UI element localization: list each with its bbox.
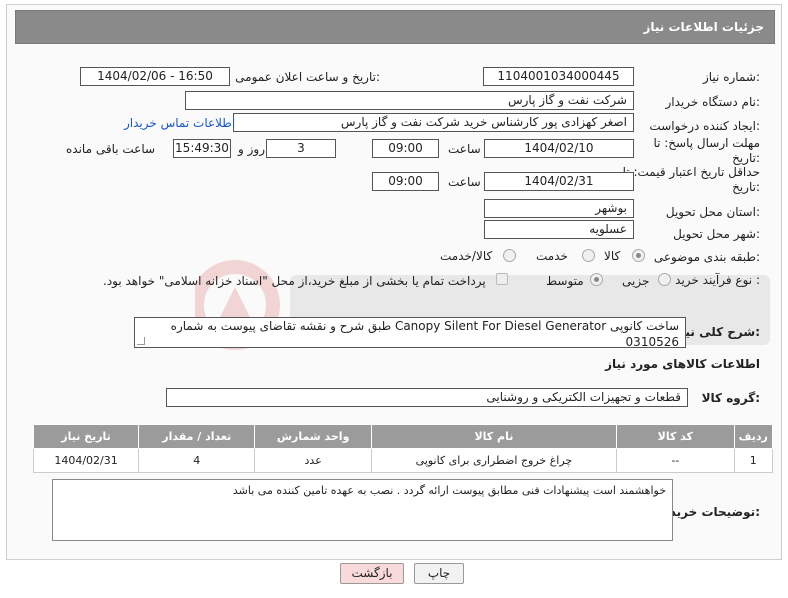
remaining-time-field: 15:49:30 [173,139,231,158]
col-row-number: ردیف [733,424,774,449]
cell-unit: عدد [254,448,372,473]
days-label: روز و [238,142,265,156]
province-field: بوشهر [484,199,634,218]
cell-item-code: -- [616,448,735,473]
category-option-service: خدمت [536,249,568,263]
province-label: استان محل تحویل: [665,205,760,219]
cell-item-name: چراغ خروج اضطراری برای کانوپی [370,448,618,473]
col-quantity: تعداد / مقدار [138,424,256,449]
purchase-radio-medium[interactable] [590,273,603,286]
cell-need-date: 1404/02/31 [32,448,140,473]
cell-row-number: 1 [733,448,774,473]
announce-label: تاریخ و ساعت اعلان عمومی: [235,70,380,84]
goods-info-title: اطلاعات کالاهای مورد نیاز [605,357,760,371]
resize-grip[interactable] [137,337,145,345]
print-button[interactable]: چاپ [414,563,464,584]
purchase-type-label: نوع فرآیند خرید : [675,273,760,287]
table-row: 1404/02/31 4 عدد چراغ خروج اضطراری برای … [32,448,774,473]
back-button[interactable]: بازگشت [340,563,404,584]
creator-field: اصغر کهزادی پور کارشناس خرید شرکت نفت و … [233,113,634,132]
announce-field: 1404/02/06 - 16:50 [80,67,230,86]
col-item-name: نام کالا [370,424,618,449]
col-unit: واحد شمارش [254,424,372,449]
description-field[interactable]: ساخت کانوپی Canopy Silent For Diesel Gen… [134,317,686,348]
buyer-notes-field[interactable]: خواهشمند است پیشنهادات فنی مطابق پیوست ا… [52,479,673,541]
need-number-label: شماره نیاز: [702,70,760,84]
buyer-notes-label: توضیحات خریدار: [658,505,760,519]
min-validity-label: حداقل تاریخ اعتبار قیمت: تا تاریخ: [622,165,760,194]
validity-date-field: 1404/02/31 [484,172,634,191]
goods-group-field: قطعات و تجهیزات الکتریکی و روشنایی [166,388,688,407]
deadline-label: مهلت ارسال پاسخ: تا تاریخ: [653,136,760,165]
purchase-option-medium: متوسط [546,274,584,288]
category-radio-service[interactable] [582,249,595,262]
deadline-time-label: ساعت [448,142,481,156]
buyer-field: شرکت نفت و گاز پارس [185,91,634,110]
page-header: جزئیات اطلاعات نیاز [15,10,775,44]
buyer-contact-link[interactable]: اطلاعات تماس خریدار [124,116,235,130]
category-option-goods: کالا [604,249,621,263]
deadline-time-field: 09:00 [372,139,439,158]
goods-table: تاریخ نیاز تعداد / مقدار واحد شمارش نام … [32,424,774,473]
treasury-payment-text: پرداخت تمام یا بخشی از مبلغ خرید،از محل … [103,274,486,288]
table-header-row: تاریخ نیاز تعداد / مقدار واحد شمارش نام … [32,424,774,449]
col-need-date: تاریخ نیاز [32,424,140,449]
description-label: شرح کلی نیاز: [674,325,760,339]
purchase-radio-minor[interactable] [658,273,671,286]
category-radio-goods[interactable] [632,249,645,262]
deadline-date-field: 1404/02/10 [484,139,634,158]
goods-group-label: گروه کالا: [701,391,760,405]
category-radio-both[interactable] [503,249,516,262]
creator-label: ایجاد کننده درخواست: [649,119,760,133]
category-option-both: کالا/خدمت [440,249,493,263]
category-label: طبقه بندی موضوعی: [653,250,760,264]
page-title: جزئیات اطلاعات نیاز [643,20,764,34]
validity-time-label: ساعت [448,175,481,189]
city-label: شهر محل تحویل: [673,227,760,241]
days-field: 3 [266,139,336,158]
city-field: عسلویه [484,220,634,239]
col-item-code: کد کالا [616,424,735,449]
validity-time-field: 09:00 [372,172,439,191]
remaining-label: ساعت باقی مانده [66,142,156,156]
cell-quantity: 4 [138,448,256,473]
purchase-option-minor: جزیی [622,274,650,288]
need-number-field: 1104001034000445 [483,67,634,86]
treasury-payment-checkbox[interactable] [496,273,508,285]
buyer-label: نام دستگاه خریدار: [665,95,761,109]
